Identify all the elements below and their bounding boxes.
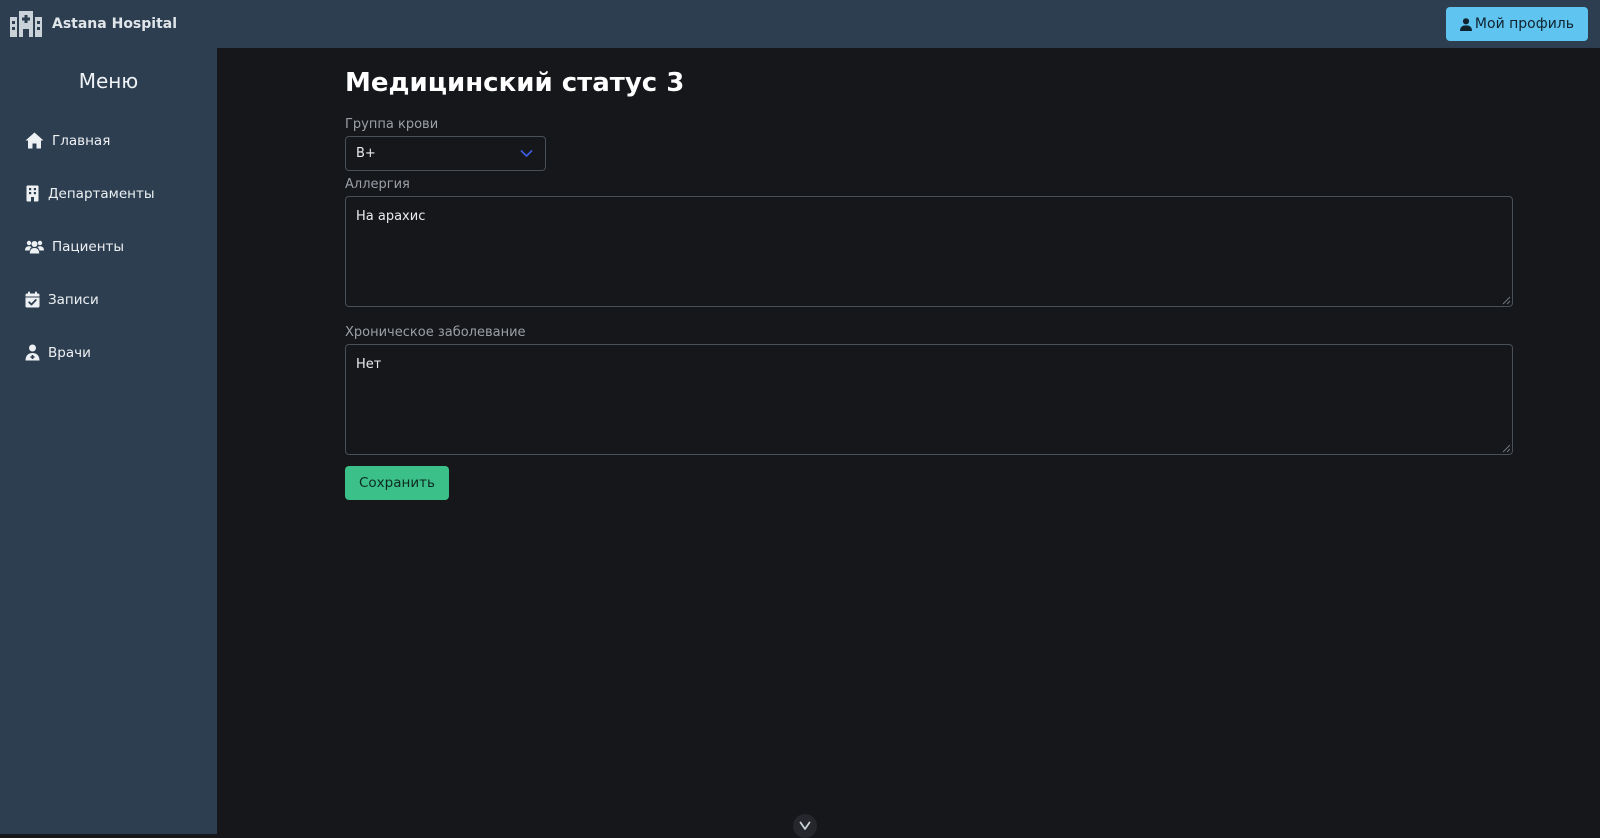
sidebar: Меню Главная Департаменты Пациенты Запис… <box>0 48 217 834</box>
sidebar-item-label: Записи <box>48 291 99 308</box>
my-profile-button[interactable]: Мой профиль <box>1445 7 1588 41</box>
sidebar-item-label: Главная <box>52 132 111 149</box>
chevron-down-icon <box>520 150 533 157</box>
sidebar-item-label: Пациенты <box>52 238 125 255</box>
resize-grip-icon[interactable] <box>1502 444 1511 453</box>
brand[interactable]: Astana Hospital <box>10 11 177 37</box>
sidebar-item-home[interactable]: Главная <box>0 114 217 167</box>
calendar-check-icon <box>25 291 40 308</box>
allergy-label: Аллергия <box>345 177 410 192</box>
sidebar-item-doctors[interactable]: Врачи <box>0 326 217 379</box>
sidebar-item-appointments[interactable]: Записи <box>0 273 217 326</box>
chronic-disease-textarea[interactable]: Нет <box>345 344 1513 455</box>
blood-group-select[interactable]: B+ <box>345 136 546 171</box>
medical-status-form: Медицинский статус 3 Группа крови B+ Алл… <box>345 48 1513 500</box>
scroll-down-button[interactable] <box>793 814 817 838</box>
brand-name: Astana Hospital <box>52 16 178 32</box>
top-navbar: Astana Hospital Мой профиль <box>0 0 1600 48</box>
building-icon <box>26 185 39 202</box>
doctor-icon <box>25 344 40 361</box>
resize-grip-icon[interactable] <box>1502 296 1511 305</box>
allergy-value: На арахис <box>356 209 426 224</box>
main-content: Медицинский статус 3 Группа крови B+ Алл… <box>217 48 1600 838</box>
hospital-logo-icon <box>10 11 42 37</box>
sidebar-item-patients[interactable]: Пациенты <box>0 220 217 273</box>
blood-group-value: B+ <box>356 146 376 161</box>
my-profile-label: Мой профиль <box>1474 16 1574 32</box>
blood-group-label: Группа крови <box>345 117 439 132</box>
user-icon <box>1459 17 1472 31</box>
chronic-disease-value: Нет <box>356 357 382 372</box>
users-icon <box>25 240 44 254</box>
menu-title: Меню <box>78 69 139 93</box>
sidebar-item-label: Врачи <box>48 344 91 361</box>
sidebar-item-departments[interactable]: Департаменты <box>0 167 217 220</box>
page-title: Медицинский статус 3 <box>345 68 685 98</box>
save-button[interactable]: Сохранить <box>345 466 449 500</box>
chevron-down-icon <box>799 821 811 830</box>
home-icon <box>25 132 44 149</box>
chronic-disease-label: Хроническое заболевание <box>345 325 526 340</box>
sidebar-item-label: Департаменты <box>48 185 155 202</box>
allergy-textarea[interactable]: На арахис <box>345 196 1513 307</box>
